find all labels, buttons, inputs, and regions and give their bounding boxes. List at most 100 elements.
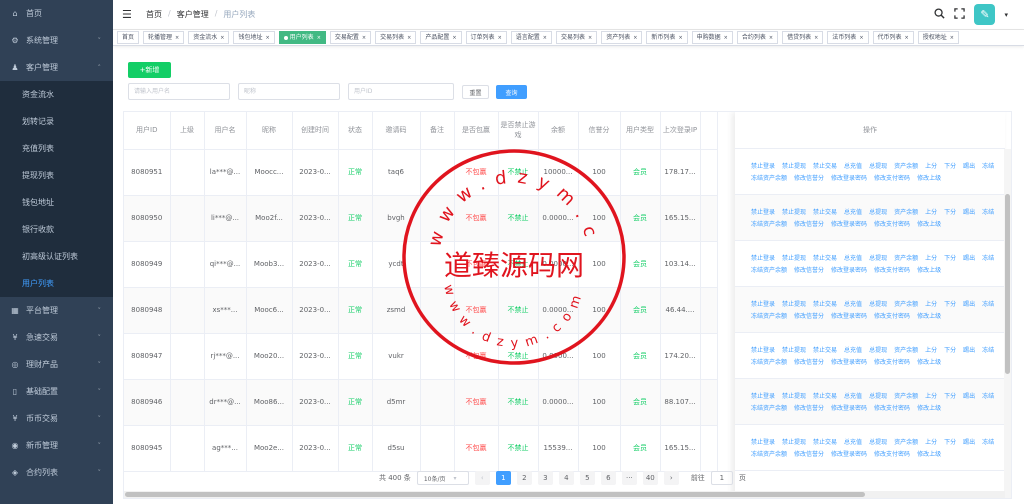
page-number[interactable]: 40 (642, 471, 658, 485)
close-icon[interactable]: × (317, 35, 321, 41)
sidebar-item-top-2[interactable]: ♟ 客户管理 ˄ (0, 54, 113, 81)
close-icon[interactable]: × (905, 35, 909, 41)
sidebar-item-top-1[interactable]: ⚙ 系统管理 ˅ (0, 27, 113, 54)
op-link-8[interactable]: 踢出 (963, 391, 975, 400)
nickname-input[interactable]: 昵称 (238, 83, 340, 100)
op-link-2[interactable]: 禁止交易 (813, 437, 837, 446)
op-link-5[interactable]: 资产余额 (894, 391, 918, 400)
op-link-7[interactable]: 下分 (944, 391, 956, 400)
add-button[interactable]: +新增 (128, 62, 171, 78)
page-ellipsis[interactable]: ··· (621, 471, 637, 485)
tag-2[interactable]: 资金流水 × (188, 31, 230, 44)
op-link-11[interactable]: 修改信誉分 (794, 311, 824, 320)
op-link-1[interactable]: 禁止提现 (782, 299, 806, 308)
tag-7[interactable]: 产品配置 × (420, 31, 462, 44)
op-link-1[interactable]: 禁止提现 (782, 437, 806, 446)
sidebar-item-group-2[interactable]: ◎ 理财产品 ˅ (0, 351, 113, 378)
op-link-4[interactable]: 总提现 (869, 299, 887, 308)
op-link-8[interactable]: 踢出 (963, 161, 975, 170)
op-link-0[interactable]: 禁止登录 (751, 299, 775, 308)
op-link-7[interactable]: 下分 (944, 253, 956, 262)
op-link-5[interactable]: 资产余额 (894, 161, 918, 170)
tag-10[interactable]: 交易列表 × (555, 31, 598, 44)
close-icon[interactable]: × (859, 35, 863, 41)
op-link-3[interactable]: 总充值 (844, 299, 862, 308)
op-link-4[interactable]: 总提现 (869, 253, 887, 262)
tag-9[interactable]: 语言配置 × (510, 31, 552, 44)
op-link-12[interactable]: 修改登录密码 (831, 449, 867, 458)
op-link-1[interactable]: 禁止提现 (782, 207, 806, 216)
op-link-11[interactable]: 修改信誉分 (794, 449, 824, 458)
op-link-13[interactable]: 修改支付密码 (874, 265, 910, 274)
op-link-1[interactable]: 禁止提现 (782, 161, 806, 170)
sidebar-item-group-5[interactable]: ◉ 新币管理 ˅ (0, 432, 113, 459)
close-icon[interactable]: × (678, 35, 682, 41)
op-link-12[interactable]: 修改登录密码 (831, 265, 867, 274)
op-link-3[interactable]: 总充值 (844, 207, 862, 216)
op-link-6[interactable]: 上分 (925, 253, 937, 262)
op-link-3[interactable]: 总充值 (844, 345, 862, 354)
op-link-10[interactable]: 冻结资产余额 (751, 311, 787, 320)
op-link-14[interactable]: 修改上级 (917, 219, 941, 228)
op-link-10[interactable]: 冻结资产余额 (751, 357, 787, 366)
username-input[interactable]: 请输入用户名 (128, 83, 230, 100)
op-link-14[interactable]: 修改上级 (917, 311, 941, 320)
sidebar-subitem-3[interactable]: 提现列表 (0, 162, 113, 189)
op-link-9[interactable]: 冻结 (982, 161, 994, 170)
page-number[interactable]: 5 (579, 471, 595, 485)
prev-page-button[interactable]: ‹ (474, 471, 490, 485)
op-link-10[interactable]: 冻结资产余额 (751, 403, 787, 412)
sidebar-item-group-4[interactable]: ¥ 币币交易 ˅ (0, 405, 113, 432)
sidebar-item-group-3[interactable]: ▯ 基础配置 ˅ (0, 378, 113, 405)
op-link-13[interactable]: 修改支付密码 (874, 219, 910, 228)
op-link-12[interactable]: 修改登录密码 (831, 219, 867, 228)
op-link-5[interactable]: 资产余额 (894, 299, 918, 308)
op-link-12[interactable]: 修改登录密码 (831, 173, 867, 182)
op-link-13[interactable]: 修改支付密码 (874, 311, 910, 320)
breadcrumb-customer[interactable]: 客户管理 (177, 9, 209, 20)
page-number[interactable]: 4 (558, 471, 574, 485)
op-link-9[interactable]: 冻结 (982, 253, 994, 262)
op-link-10[interactable]: 冻结资产余额 (751, 219, 787, 228)
op-link-8[interactable]: 踢出 (963, 253, 975, 262)
op-link-9[interactable]: 冻结 (982, 299, 994, 308)
op-link-14[interactable]: 修改上级 (917, 357, 941, 366)
close-icon[interactable]: × (362, 35, 366, 41)
op-link-5[interactable]: 资产余额 (894, 437, 918, 446)
op-link-3[interactable]: 总充值 (844, 161, 862, 170)
op-link-14[interactable]: 修改上级 (917, 173, 941, 182)
page-number[interactable]: 1 (495, 471, 511, 485)
tag-18[interactable]: 授权地址 × (917, 31, 959, 44)
op-link-11[interactable]: 修改信誉分 (794, 403, 824, 412)
tag-3[interactable]: 钱包地址 × (233, 31, 275, 44)
tag-15[interactable]: 借贷列表 × (782, 31, 824, 44)
userid-input[interactable]: 用户ID (348, 83, 454, 100)
op-link-8[interactable]: 踢出 (963, 299, 975, 308)
vertical-scroll-thumb[interactable] (1005, 194, 1010, 374)
tag-6[interactable]: 交易列表 × (375, 31, 417, 44)
op-link-2[interactable]: 禁止交易 (813, 391, 837, 400)
sidebar-subitem-5[interactable]: 银行收款 (0, 216, 113, 243)
query-button[interactable]: 查询 (496, 85, 527, 99)
op-link-9[interactable]: 冻结 (982, 437, 994, 446)
op-link-2[interactable]: 禁止交易 (813, 253, 837, 262)
sidebar-subitem-0[interactable]: 资金流水 (0, 81, 113, 108)
hamburger-icon[interactable]: ☰ (122, 8, 136, 21)
avatar[interactable]: ✎ (974, 4, 996, 25)
op-link-0[interactable]: 禁止登录 (751, 161, 775, 170)
tag-4[interactable]: 用户列表 × (278, 31, 326, 44)
reset-button[interactable]: 重置 (462, 85, 489, 99)
op-link-0[interactable]: 禁止登录 (751, 207, 775, 216)
op-link-4[interactable]: 总提现 (869, 391, 887, 400)
sidebar-item-group-0[interactable]: ▦ 平台管理 ˅ (0, 297, 113, 324)
tag-14[interactable]: 合约列表 × (736, 31, 779, 44)
op-link-1[interactable]: 禁止提现 (782, 345, 806, 354)
op-link-0[interactable]: 禁止登录 (751, 345, 775, 354)
op-link-9[interactable]: 冻结 (982, 207, 994, 216)
breadcrumb-home[interactable]: 首页 (146, 9, 162, 20)
op-link-10[interactable]: 冻结资产余额 (751, 173, 787, 182)
op-link-0[interactable]: 禁止登录 (751, 437, 775, 446)
close-icon[interactable]: × (220, 35, 224, 41)
sidebar-item-group-6[interactable]: ◈ 合约列表 ˅ (0, 459, 113, 486)
op-link-2[interactable]: 禁止交易 (813, 345, 837, 354)
